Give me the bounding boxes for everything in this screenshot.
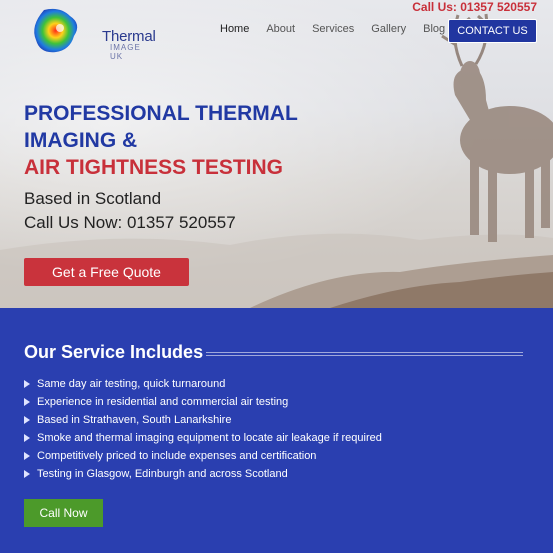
- nav-services[interactable]: Services: [312, 23, 354, 35]
- hero-location: Based in Scotland: [24, 189, 162, 208]
- call-now-button[interactable]: Call Now: [24, 499, 103, 527]
- contact-us-button[interactable]: CONTACT US: [448, 19, 537, 43]
- triangle-bullet-icon: [24, 398, 30, 406]
- triangle-bullet-icon: [24, 380, 30, 388]
- list-item: Smoke and thermal imaging equipment to l…: [24, 429, 382, 447]
- thermal-blob-logo-icon: [34, 8, 78, 53]
- headline-line-1: PROFESSIONAL THERMAL: [24, 102, 298, 125]
- services-section: Our Service Includes Same day air testin…: [0, 308, 553, 553]
- headline-line-3: AIR TIGHTNESS TESTING: [24, 156, 284, 179]
- triangle-bullet-icon: [24, 470, 30, 478]
- free-quote-button[interactable]: Get a Free Quote: [24, 258, 189, 286]
- services-list: Same day air testing, quick turnaround E…: [24, 375, 382, 483]
- list-item: Same day air testing, quick turnaround: [24, 375, 382, 393]
- hero-section: Call Us: 01357 520557 Thermal IMAGE UK H…: [0, 0, 553, 308]
- hero-headline: PROFESSIONAL THERMAL IMAGING & AIR TIGHT…: [24, 100, 298, 181]
- list-item: Based in Strathaven, South Lanarkshire: [24, 411, 382, 429]
- headline-line-2: IMAGING &: [24, 129, 138, 152]
- triangle-bullet-icon: [24, 416, 30, 424]
- brand-logo[interactable]: Thermal IMAGE UK: [30, 6, 156, 61]
- nav-about[interactable]: About: [266, 23, 295, 35]
- nav-gallery[interactable]: Gallery: [371, 23, 406, 35]
- nav-home[interactable]: Home: [220, 23, 249, 35]
- list-item: Competitively priced to include expenses…: [24, 447, 382, 465]
- main-nav: Home About Services Gallery Blog: [220, 23, 462, 35]
- logo-subtitle: IMAGE UK: [110, 43, 141, 61]
- services-title: Our Service Includes: [24, 342, 204, 362]
- nav-blog[interactable]: Blog: [423, 23, 445, 35]
- list-item: Testing in Glasgow, Edinburgh and across…: [24, 465, 382, 483]
- services-title-rule: [206, 352, 523, 356]
- header-call-number[interactable]: Call Us: 01357 520557: [412, 0, 537, 14]
- triangle-bullet-icon: [24, 452, 30, 460]
- hero-call-number[interactable]: Call Us Now: 01357 520557: [24, 213, 236, 233]
- list-item: Experience in residential and commercial…: [24, 393, 382, 411]
- triangle-bullet-icon: [24, 434, 30, 442]
